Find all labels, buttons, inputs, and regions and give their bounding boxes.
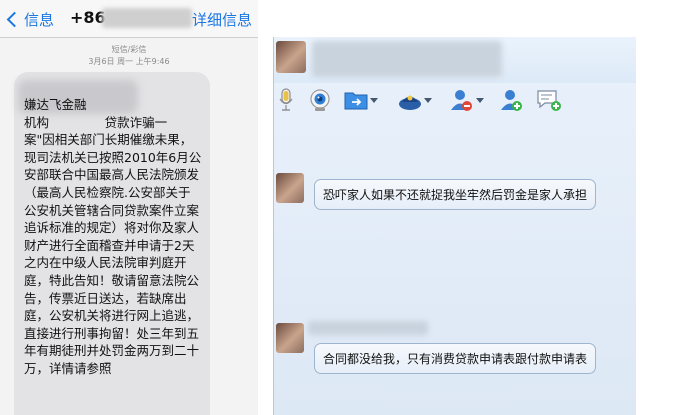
block-user-icon xyxy=(451,90,472,111)
folder-transfer-icon xyxy=(344,92,368,110)
chat-message-list: 恐吓家人如果不还就捉我坐牢然后罚金是家人承担 合同都没给我，只有消费贷款申请表跟… xyxy=(274,121,636,415)
message-add-button[interactable] xyxy=(536,86,562,114)
contact-avatar[interactable] xyxy=(276,173,304,203)
sms-message-text: 嫌达飞金融 机构 贷款诈骗一 案"因相关部门长期催缴未果，现司法机关已按照201… xyxy=(24,97,202,376)
remote-assist-icon xyxy=(399,95,421,110)
contact-avatar[interactable] xyxy=(276,323,304,353)
chevron-left-icon xyxy=(6,11,23,27)
remote-assist-button[interactable] xyxy=(398,86,432,114)
sender-number-redacted xyxy=(102,8,192,28)
file-transfer-button[interactable] xyxy=(344,86,378,114)
contact-avatar[interactable] xyxy=(276,41,306,73)
chat-message-text: 合同都没给我，只有消费贷款申请表跟付款申请表 xyxy=(323,352,588,366)
microphone-icon xyxy=(279,88,293,111)
sender-number: +86 xyxy=(70,8,106,27)
chevron-down-icon xyxy=(476,97,484,103)
back-button[interactable]: 信息 xyxy=(4,9,54,29)
message-type-label: 短信/彩信 xyxy=(111,45,147,54)
contact-name-redacted xyxy=(312,41,502,77)
back-label: 信息 xyxy=(24,10,55,29)
chat-message-text: 恐吓家人如果不还就捉我坐牢然后罚金是家人承担 xyxy=(323,188,588,202)
sms-navigation-bar: 信息 +86 详细信息 xyxy=(0,0,258,38)
block-user-button[interactable] xyxy=(450,86,484,114)
chat-toolbar xyxy=(274,83,636,119)
sms-message-bubble[interactable]: 嫌达飞金融 机构 贷款诈骗一 案"因相关部门长期催缴未果，现司法机关已按照201… xyxy=(14,72,210,415)
details-button[interactable]: 详细信息 xyxy=(192,9,252,30)
voice-call-button[interactable] xyxy=(278,86,294,114)
screenshot-composite: 信息 +86 详细信息 短信/彩信 3月6日 周一 上午9:46 嫌达飞金融 机… xyxy=(0,0,673,415)
webcam-icon xyxy=(310,89,330,111)
add-contact-button[interactable] xyxy=(500,86,524,114)
sms-screen: 信息 +86 详细信息 短信/彩信 3月6日 周一 上午9:46 嫌达飞金融 机… xyxy=(0,0,258,415)
chevron-down-icon xyxy=(370,97,378,103)
message-add-icon xyxy=(537,90,561,111)
add-contact-icon xyxy=(501,90,522,111)
message-timestamp: 3月6日 周一 上午9:46 xyxy=(88,57,170,66)
chat-message-bubble[interactable]: 恐吓家人如果不还就捉我坐牢然后罚金是家人承担 xyxy=(314,179,597,210)
chat-window: 恐吓家人如果不还就捉我坐牢然后罚金是家人承担 合同都没给我，只有消费贷款申请表跟… xyxy=(273,37,636,415)
video-call-button[interactable] xyxy=(308,86,332,114)
chat-message-bubble[interactable]: 合同都没给我，只有消费贷款申请表跟付款申请表 xyxy=(314,343,597,374)
sender-name-redacted xyxy=(308,321,428,335)
chevron-down-icon xyxy=(424,97,432,103)
chat-header xyxy=(274,37,636,83)
